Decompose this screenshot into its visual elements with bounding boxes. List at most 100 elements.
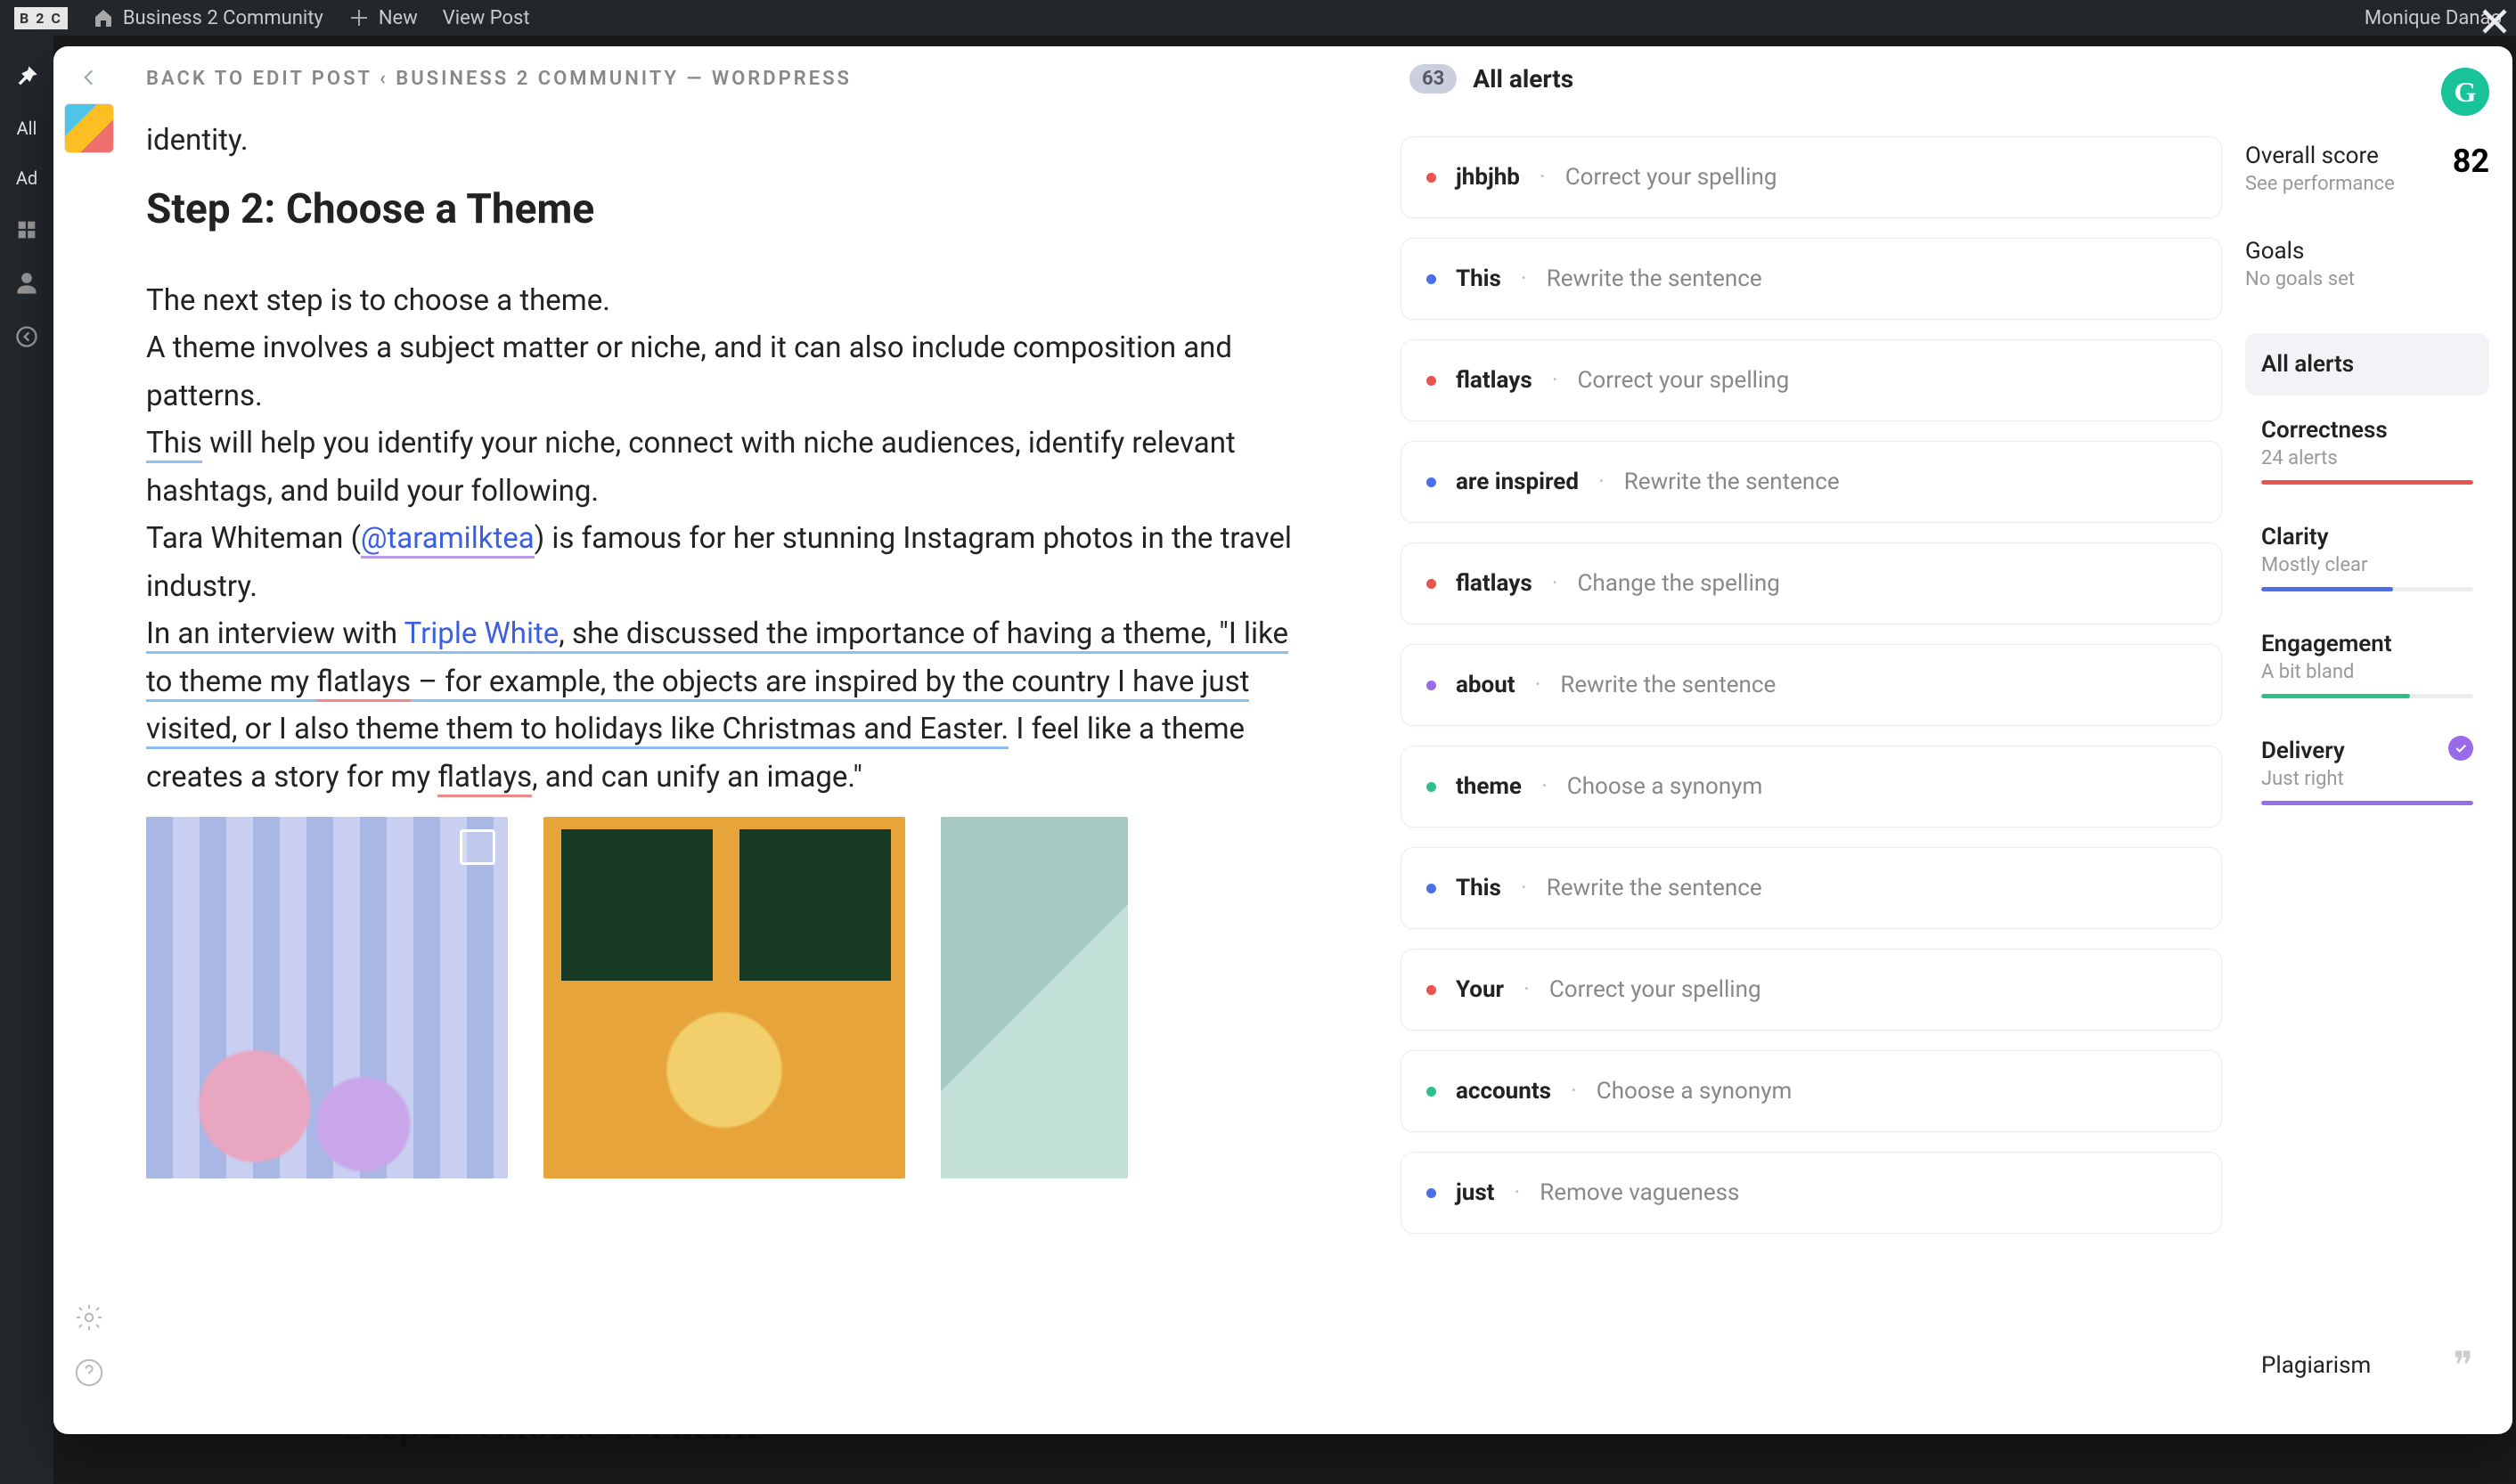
alert-term: about	[1456, 672, 1515, 698]
help-icon[interactable]	[74, 1358, 104, 1388]
wp-admin-bar: B 2 C Business 2 Community New View Post…	[0, 0, 2516, 36]
wp-new-link[interactable]: New	[348, 7, 418, 29]
alert-item[interactable]: This · Rewrite the sentence	[1401, 847, 2222, 929]
alert-item[interactable]: about · Rewrite the sentence	[1401, 644, 2222, 726]
cat-delivery[interactable]: Delivery Just right	[2245, 720, 2489, 823]
alert-term: This	[1456, 875, 1501, 901]
plus-icon	[348, 7, 370, 29]
check-icon	[2448, 736, 2473, 761]
alert-term: theme	[1456, 773, 1522, 800]
alert-term: flatlays	[1456, 570, 1532, 597]
cat-all-alerts[interactable]: All alerts	[2245, 333, 2489, 395]
alert-term: jhbjhb	[1456, 164, 1520, 191]
goals-block[interactable]: Goals No goals set	[2245, 238, 2489, 290]
doc-heading: Step 2: Choose a Theme	[146, 176, 1319, 243]
alert-item[interactable]: flatlays · Correct your spelling	[1401, 339, 2222, 421]
media-icon[interactable]	[14, 217, 39, 242]
embedded-image[interactable]	[543, 817, 905, 1178]
grammarly-logo[interactable]: G	[2441, 68, 2489, 116]
wp-view-post[interactable]: View Post	[443, 7, 530, 29]
gear-icon[interactable]	[74, 1302, 104, 1333]
alert-suggestion: Rewrite the sentence	[1560, 672, 1776, 698]
alert-term: just	[1456, 1179, 1494, 1206]
alert-item[interactable]: just · Remove vagueness	[1401, 1152, 2222, 1234]
goals-title: Goals	[2245, 238, 2489, 265]
modal-rail	[53, 46, 125, 1434]
b2c-logo: B 2 C	[14, 7, 68, 29]
alert-item[interactable]: are inspired · Rewrite the sentence	[1401, 441, 2222, 523]
alert-term: accounts	[1456, 1078, 1551, 1105]
user-icon[interactable]	[14, 271, 39, 296]
alert-suggestion: Correct your spelling	[1578, 367, 1790, 394]
pin-icon[interactable]	[14, 64, 39, 89]
back-icon[interactable]	[78, 66, 101, 89]
alert-item[interactable]: flatlays · Change the spelling	[1401, 542, 2222, 624]
alert-suggestion: Choose a synonym	[1567, 773, 1763, 800]
alert-item[interactable]: This · Rewrite the sentence	[1401, 238, 2222, 320]
alert-suggestion: Rewrite the sentence	[1547, 265, 1762, 292]
alert-suggestion: Change the spelling	[1578, 570, 1780, 597]
alert-item[interactable]: theme · Choose a synonym	[1401, 746, 2222, 828]
wp-view-post-label: View Post	[443, 7, 530, 29]
grammarly-modal: BACK TO EDIT POST ‹ BUSINESS 2 COMMUNITY…	[53, 46, 2512, 1434]
doc-paragraph: This will help you identify your niche, …	[146, 420, 1319, 515]
alert-item[interactable]: accounts · Choose a synonym	[1401, 1050, 2222, 1132]
alert-suggestion: Rewrite the sentence	[1547, 875, 1762, 901]
alert-dot	[1426, 681, 1436, 690]
alert-suggestion: Rewrite the sentence	[1624, 469, 1840, 495]
overall-score[interactable]: Overall score See performance 82	[2245, 143, 2489, 195]
document-body[interactable]: identity. Step 2: Choose a Theme The nex…	[146, 117, 1319, 1178]
goals-sub: No goals set	[2245, 268, 2489, 290]
alert-suggestion: Correct your spelling	[1549, 976, 1761, 1003]
cat-clarity[interactable]: Clarity Mostly clear	[2245, 506, 2489, 609]
alert-dot	[1426, 274, 1436, 284]
alert-item[interactable]: jhbjhb · Correct your spelling	[1401, 136, 2222, 218]
alerts-header: 63 All alerts	[1409, 64, 2222, 94]
score-value: 82	[2453, 143, 2489, 180]
doc-paragraph: A theme involves a subject matter or nic…	[146, 324, 1319, 420]
doc-paragraph: Tara Whiteman (@taramilktea) is famous f…	[146, 515, 1319, 610]
plagiarism-button[interactable]: Plagiarism ❞	[2245, 1333, 2489, 1398]
alert-dot	[1426, 1087, 1436, 1097]
app-badge[interactable]	[64, 103, 114, 153]
wp-new-label: New	[379, 7, 418, 29]
alert-dot	[1426, 782, 1436, 792]
alerts-list: jhbjhb · Correct your spelling This · Re…	[1401, 136, 2222, 1234]
alert-count-badge: 63	[1409, 64, 1457, 94]
underline-clarity[interactable]: This	[146, 426, 202, 463]
doc-paragraph: In an interview with Triple White, she d…	[146, 610, 1319, 801]
alert-term: Your	[1456, 976, 1504, 1003]
cat-engagement[interactable]: Engagement A bit bland	[2245, 613, 2489, 716]
alert-term: This	[1456, 265, 1501, 292]
home-icon	[93, 7, 114, 29]
quote-icon: ❞	[2453, 1343, 2473, 1388]
alert-term: flatlays	[1456, 367, 1532, 394]
alerts-title: All alerts	[1473, 64, 1573, 94]
link-handle[interactable]: @taramilktea	[361, 521, 535, 559]
breadcrumb[interactable]: BACK TO EDIT POST ‹ BUSINESS 2 COMMUNITY…	[146, 68, 1319, 90]
category-list: All alerts Correctness 24 alerts Clarity…	[2245, 333, 2489, 823]
image-row	[146, 817, 1319, 1178]
score-sub: See performance	[2245, 173, 2395, 195]
close-icon[interactable]	[2479, 5, 2511, 37]
alert-item[interactable]: Your · Correct your spelling	[1401, 949, 2222, 1031]
cat-correctness[interactable]: Correctness 24 alerts	[2245, 399, 2489, 502]
alert-dot	[1426, 579, 1436, 589]
wp-site-link[interactable]: Business 2 Community	[93, 7, 323, 29]
wp-side-all[interactable]: All	[17, 118, 37, 139]
alert-suggestion: Choose a synonym	[1597, 1078, 1793, 1105]
alert-dot	[1426, 985, 1436, 995]
alert-dot	[1426, 477, 1436, 487]
doc-tail: identity.	[146, 123, 249, 158]
alert-suggestion: Remove vagueness	[1540, 1179, 1739, 1206]
embedded-image[interactable]	[146, 817, 508, 1178]
embedded-image[interactable]	[941, 817, 1128, 1178]
select-overlay-icon[interactable]	[460, 829, 495, 865]
collapse-icon[interactable]	[14, 324, 39, 349]
underline-spelling[interactable]: flatlays	[316, 665, 411, 702]
score-column: G Overall score See performance 82 Goals…	[2245, 46, 2512, 1434]
wp-side-add[interactable]: Ad	[16, 167, 37, 189]
alert-dot	[1426, 173, 1436, 183]
underline-spelling[interactable]: flatlays	[437, 760, 532, 797]
link-triple-white[interactable]: Triple White	[404, 616, 560, 654]
